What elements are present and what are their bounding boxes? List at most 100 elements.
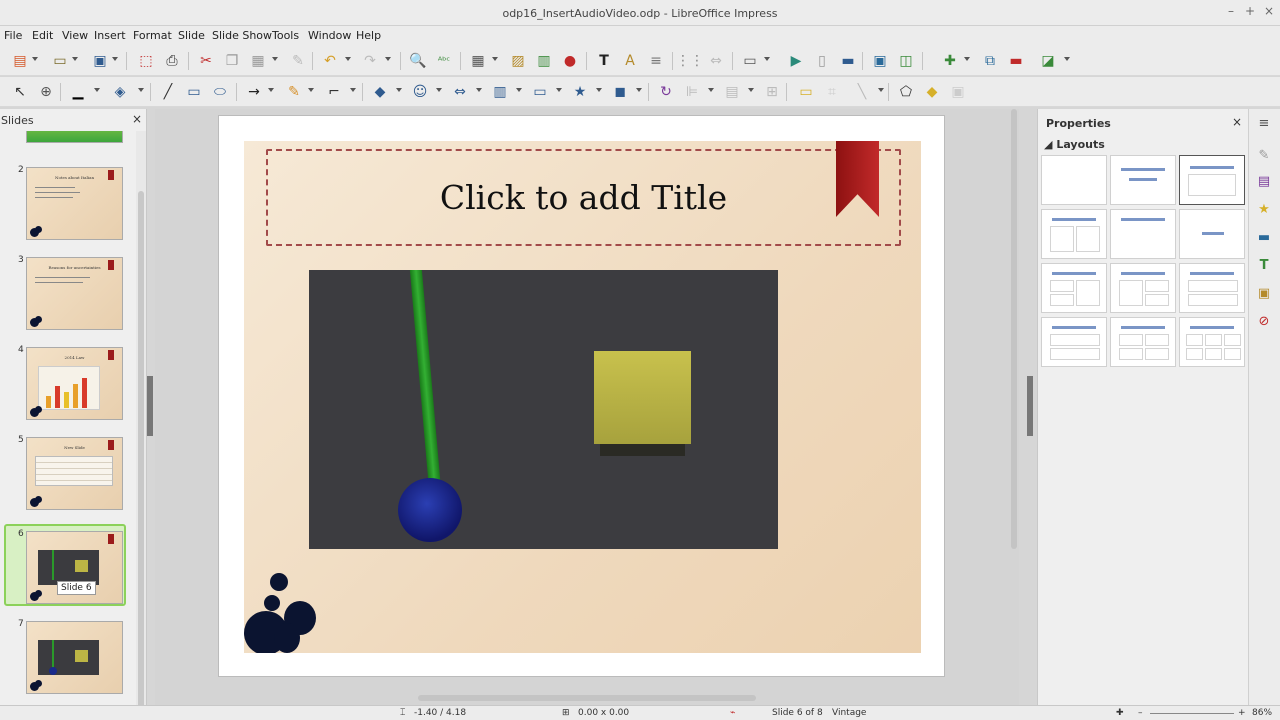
copy-icon[interactable]: ❐: [222, 51, 242, 71]
menu-slide[interactable]: Slide: [178, 29, 205, 42]
start-first-icon[interactable]: ▶: [786, 51, 806, 71]
rotate-icon[interactable]: ↻: [656, 82, 676, 102]
master-slides-tab-icon[interactable]: ▬: [1255, 229, 1273, 247]
text-box-icon[interactable]: T: [594, 51, 614, 71]
menu-window[interactable]: Window: [308, 29, 351, 42]
table-icon[interactable]: ▦: [468, 51, 488, 71]
editor-vertical-scrollbar[interactable]: [1011, 109, 1017, 549]
spelling-icon[interactable]: ᴬᵇᶜ: [434, 51, 454, 71]
layout-title-2content-content[interactable]: [1041, 263, 1107, 313]
layout-title-only-top[interactable]: [1110, 209, 1176, 259]
layout-title-only[interactable]: [1110, 155, 1176, 205]
open-folder-icon[interactable]: ▭: [50, 51, 70, 71]
close-icon[interactable]: ×: [1260, 4, 1278, 18]
special-character-icon[interactable]: ≡: [646, 51, 666, 71]
zoom-in-icon[interactable]: +: [1238, 708, 1246, 718]
presenter-icon[interactable]: ◫: [896, 51, 916, 71]
slide-layout-icon[interactable]: ▭: [740, 51, 760, 71]
slide-thumb-2[interactable]: 2 Notes about Italian: [0, 165, 136, 247]
flowchart-icon[interactable]: ▥: [490, 82, 510, 102]
sidebar-close-icon[interactable]: ×: [1232, 115, 1242, 129]
document-modified-icon[interactable]: ⌁: [730, 708, 735, 718]
rectangle-icon[interactable]: ▭: [184, 82, 204, 102]
menu-edit[interactable]: Edit: [32, 29, 53, 42]
current-slide[interactable]: Click to add Title: [244, 141, 921, 653]
select-arrow-icon[interactable]: ↖: [10, 82, 30, 102]
image-icon[interactable]: ▨: [508, 51, 528, 71]
layout-blank[interactable]: [1041, 155, 1107, 205]
curve-icon[interactable]: ✎: [284, 82, 304, 102]
callouts-icon[interactable]: ▭: [530, 82, 550, 102]
crop-icon[interactable]: ⌗: [822, 82, 842, 102]
connector-icon[interactable]: ⌐: [324, 82, 344, 102]
print-icon[interactable]: ⎙: [162, 51, 182, 71]
animation-tab-icon[interactable]: ★: [1255, 201, 1273, 219]
right-pane-splitter[interactable]: [1027, 376, 1033, 436]
ellipse-icon[interactable]: ⬭: [210, 82, 230, 102]
menu-slide-show[interactable]: Slide Show: [212, 29, 272, 42]
basic-shapes-icon[interactable]: ◆: [370, 82, 390, 102]
line-arrow-icon[interactable]: →: [244, 82, 264, 102]
layout-title-6content[interactable]: [1179, 317, 1245, 367]
layouts-section-header[interactable]: ◢ Layouts: [1044, 138, 1105, 151]
clone-formatting-icon[interactable]: ✎: [288, 51, 308, 71]
layout-title-content-2content[interactable]: [1110, 263, 1176, 313]
helplines-icon[interactable]: ⇔: [706, 51, 726, 71]
master-slide-icon[interactable]: ▬: [838, 51, 858, 71]
sidebar-menu-icon[interactable]: ≡: [1255, 115, 1273, 133]
menu-file[interactable]: File: [4, 29, 22, 42]
layout-title-content[interactable]: [1179, 155, 1245, 205]
menu-tools[interactable]: Tools: [272, 29, 299, 42]
align-icon[interactable]: ⊫: [682, 82, 702, 102]
menu-view[interactable]: View: [62, 29, 88, 42]
zoom-pan-icon[interactable]: ⊕: [36, 82, 56, 102]
glue-points-icon[interactable]: ◆: [922, 82, 942, 102]
redo-icon[interactable]: ↷: [360, 51, 380, 71]
cut-icon[interactable]: ✂: [196, 51, 216, 71]
slides-pane-close-icon[interactable]: ×: [132, 112, 142, 126]
display-views-icon[interactable]: ▯: [812, 51, 832, 71]
toggle-extrusion-icon[interactable]: ▣: [948, 82, 968, 102]
editor-horizontal-scrollbar[interactable]: [418, 695, 756, 701]
layout-title-two-content[interactable]: [1041, 209, 1107, 259]
start-current-icon[interactable]: ▣: [870, 51, 890, 71]
zoom-slider[interactable]: [1150, 713, 1234, 714]
duplicate-slide-icon[interactable]: ⧉: [980, 51, 1000, 71]
fit-slide-icon[interactable]: ✚: [1116, 708, 1124, 718]
slide-thumb-5[interactable]: 5 New Slide: [0, 435, 136, 517]
layout-title-4content[interactable]: [1110, 317, 1176, 367]
find-replace-icon[interactable]: 🔍: [408, 51, 428, 71]
properties-tab-icon[interactable]: ✎: [1255, 147, 1273, 165]
gallery-tab-icon[interactable]: ▣: [1255, 285, 1273, 303]
slide-thumb-6[interactable]: 6: [0, 524, 136, 611]
slide-thumb-1[interactable]: [0, 131, 136, 150]
media-icon[interactable]: ●: [560, 51, 580, 71]
stars-icon[interactable]: ★: [570, 82, 590, 102]
menu-format[interactable]: Format: [133, 29, 172, 42]
layout-title-content-over-content[interactable]: [1041, 317, 1107, 367]
zoom-level[interactable]: 86%: [1252, 708, 1272, 718]
slide-transition-tab-icon[interactable]: ▤: [1255, 173, 1273, 191]
distribute-icon[interactable]: ⊞: [762, 82, 782, 102]
line-icon[interactable]: ╱: [158, 82, 178, 102]
slide-thumb-4[interactable]: 4 2014 Law: [0, 345, 136, 427]
block-arrows-icon[interactable]: ⇔: [450, 82, 470, 102]
left-pane-splitter[interactable]: [147, 376, 153, 436]
video-object[interactable]: [309, 270, 778, 549]
symbol-shapes-icon[interactable]: ☺: [410, 82, 430, 102]
export-pdf-icon[interactable]: ⬚: [136, 51, 156, 71]
title-placeholder[interactable]: Click to add Title: [266, 149, 901, 246]
layout-title-2content-over[interactable]: [1179, 263, 1245, 313]
chart-icon[interactable]: ▥: [534, 51, 554, 71]
delete-slide-icon[interactable]: ▬: [1006, 51, 1026, 71]
navigator-tab-icon[interactable]: ⊘: [1255, 313, 1273, 331]
undo-icon[interactable]: ↶: [320, 51, 340, 71]
layout-centered-text[interactable]: [1179, 209, 1245, 259]
slide-thumb-3[interactable]: 3 Reasons for uncertainties: [0, 255, 136, 337]
menu-insert[interactable]: Insert: [94, 29, 126, 42]
grid-icon[interactable]: ⋮⋮: [676, 51, 704, 71]
line-color-icon[interactable]: ▁: [68, 82, 88, 102]
fill-color-icon[interactable]: ◈: [110, 82, 130, 102]
arrange-icon[interactable]: ▤: [722, 82, 742, 102]
slides-scrollbar[interactable]: [136, 131, 146, 705]
